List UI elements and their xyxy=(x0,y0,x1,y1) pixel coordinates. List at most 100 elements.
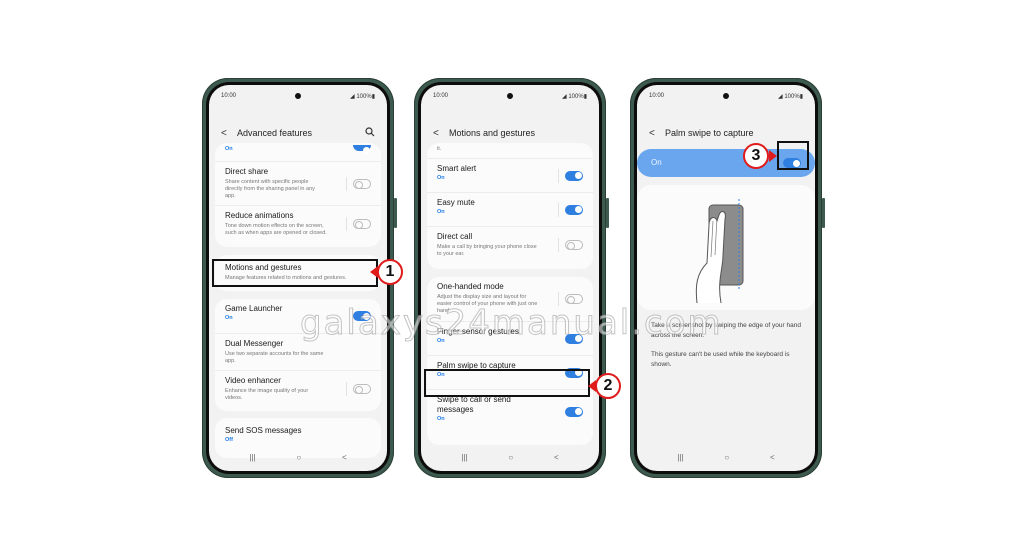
toggle-switch[interactable] xyxy=(565,294,583,304)
toggle-switch[interactable] xyxy=(565,170,583,181)
list-item-direct-share[interactable]: Direct share Share content with specific… xyxy=(215,161,381,205)
toggle-switch[interactable] xyxy=(353,219,371,229)
item-label: Send SOS messages xyxy=(225,426,302,435)
item-description: Share content with specific people direc… xyxy=(225,179,315,199)
status-off: Off xyxy=(225,437,233,443)
highlight-box-motions xyxy=(212,259,378,287)
page-title: Advanced features xyxy=(237,128,313,138)
back-icon[interactable]: < xyxy=(342,453,347,462)
item-description: it. xyxy=(437,146,442,152)
side-button xyxy=(606,198,609,228)
status-time: 10:00 xyxy=(221,93,237,99)
list-item-video-enhancer[interactable]: Video enhancer Enhance the image quality… xyxy=(215,370,381,407)
callout-step-2: 2 xyxy=(595,373,621,399)
list-item-reduce-animations[interactable]: Reduce animations Tone down motion effec… xyxy=(215,205,381,242)
list-item-finger-sensor-gestures[interactable]: Finger sensor gestures On xyxy=(427,321,593,355)
toggle-switch[interactable] xyxy=(565,204,583,215)
toggle-switch[interactable] xyxy=(565,406,583,417)
toggle-switch[interactable] xyxy=(353,311,371,321)
divider xyxy=(558,238,559,252)
list-item-game-launcher[interactable]: Game Launcher On xyxy=(215,299,381,333)
battery-status: ◢ 100%▮ xyxy=(350,94,375,100)
item-description: Adjust the display size and layout for e… xyxy=(437,294,538,314)
screen: 10:00 ◢ 100%▮ < Motions and gestures it.… xyxy=(421,85,599,471)
status-time: 10:00 xyxy=(649,93,665,99)
item-description: Use two separate accounts for the same a… xyxy=(225,351,324,364)
divider xyxy=(558,292,559,306)
item-description: Tone down motion effects on the screen, … xyxy=(225,223,327,236)
settings-card: Game Launcher On Dual Messenger Use two … xyxy=(215,299,381,411)
settings-card: One-handed mode Adjust the display size … xyxy=(427,277,593,445)
chevron-left-icon[interactable]: < xyxy=(433,128,449,139)
status-on: On xyxy=(437,416,445,422)
app-header: < Motions and gestures xyxy=(433,125,587,141)
item-label: Game Launcher xyxy=(225,304,283,313)
status-bar: 10:00 ◢ 100%▮ xyxy=(221,93,375,103)
list-item-easy-mute[interactable]: Easy mute On xyxy=(427,192,593,226)
toggle-switch[interactable] xyxy=(353,145,371,154)
phone-motions-and-gestures: 10:00 ◢ 100%▮ < Motions and gestures it.… xyxy=(414,78,609,478)
camera-icon xyxy=(723,93,729,99)
item-label: One-handed mode xyxy=(437,282,504,291)
settings-card: it. Smart alert On Easy mute On Direct c… xyxy=(427,143,593,269)
callout-step-1: 1 xyxy=(377,259,403,285)
toggle-switch[interactable] xyxy=(565,333,583,344)
chevron-left-icon[interactable]: < xyxy=(649,128,665,139)
divider xyxy=(346,217,347,231)
list-item-send-sos[interactable]: Send SOS messages Off xyxy=(215,418,381,452)
battery-status: ◢ 100%▮ xyxy=(562,94,587,100)
toggle-switch[interactable] xyxy=(353,178,371,189)
app-header: < Advanced features xyxy=(221,125,375,141)
list-item-one-handed-mode[interactable]: One-handed mode Adjust the display size … xyxy=(427,277,593,321)
app-header: < Palm swipe to capture xyxy=(649,125,803,141)
item-label: Swipe to call or send messages xyxy=(437,395,511,414)
search-icon[interactable] xyxy=(365,126,375,140)
battery-status: ◢ 100%▮ xyxy=(778,94,803,100)
item-description: Enhance the image quality of your videos… xyxy=(225,388,309,401)
navigation-bar: ||| ○ < xyxy=(421,451,599,463)
status-bar: 10:00 ◢ 100%▮ xyxy=(433,93,587,103)
status-bar: 10:00 ◢ 100%▮ xyxy=(649,93,803,103)
phone-palm-swipe-to-capture: 10:00 ◢ 100%▮ < Palm swipe to capture On xyxy=(630,78,825,478)
chevron-left-icon[interactable]: < xyxy=(221,128,237,139)
master-switch-label: On xyxy=(651,158,662,167)
home-icon[interactable]: ○ xyxy=(724,453,729,462)
toggle-switch[interactable] xyxy=(353,384,371,394)
palm-swipe-illustration xyxy=(695,199,744,304)
illustration-card xyxy=(637,185,815,310)
side-button xyxy=(394,198,397,228)
partial-row[interactable]: On xyxy=(215,143,381,161)
navigation-bar: ||| ○ < xyxy=(637,451,815,463)
description-text: Take a screenshot by swiping the edge of… xyxy=(651,322,801,339)
recent-apps-icon[interactable]: ||| xyxy=(249,453,255,462)
home-icon[interactable]: ○ xyxy=(296,453,301,462)
status-on: On xyxy=(437,175,445,181)
list-item-smart-alert[interactable]: Smart alert On xyxy=(427,158,593,192)
status-on: On xyxy=(225,315,233,321)
back-icon[interactable]: < xyxy=(770,453,775,462)
item-label: Direct call xyxy=(437,232,473,241)
divider xyxy=(346,382,347,396)
status-on: On xyxy=(437,209,445,215)
bezel: 10:00 ◢ 100%▮ < Motions and gestures it.… xyxy=(418,82,602,474)
back-icon[interactable]: < xyxy=(554,453,559,462)
divider xyxy=(558,202,559,217)
item-label: Dual Messenger xyxy=(225,339,284,348)
description-note: This gesture can't be used while the key… xyxy=(651,351,790,368)
item-label: Video enhancer xyxy=(225,376,281,385)
item-label: Finger sensor gestures xyxy=(437,327,519,336)
side-button xyxy=(822,198,825,228)
list-item-dual-messenger[interactable]: Dual Messenger Use two separate accounts… xyxy=(215,333,381,370)
toggle-switch[interactable] xyxy=(565,240,583,250)
recent-apps-icon[interactable]: ||| xyxy=(677,453,683,462)
divider xyxy=(558,168,559,183)
status-on: On xyxy=(437,338,445,344)
status-time: 10:00 xyxy=(433,93,449,99)
list-item-direct-call[interactable]: Direct call Make a call by bringing your… xyxy=(427,226,593,263)
home-icon[interactable]: ○ xyxy=(508,453,513,462)
status-on: On xyxy=(225,146,233,152)
page-title: Motions and gestures xyxy=(449,128,536,138)
item-label: Direct share xyxy=(225,167,269,176)
navigation-bar: ||| ○ < xyxy=(209,451,387,463)
recent-apps-icon[interactable]: ||| xyxy=(461,453,467,462)
